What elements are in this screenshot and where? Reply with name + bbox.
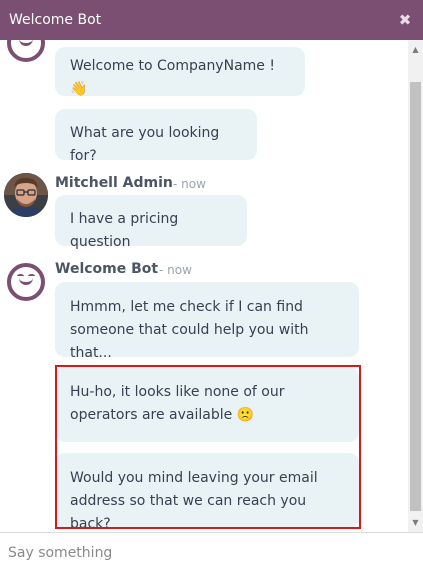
- bot-avatar: [7, 263, 45, 301]
- highlight-box: [55, 365, 361, 529]
- composer: [0, 532, 423, 571]
- user-avatar-photo-icon: [4, 173, 48, 217]
- message-bubble: I have a pricing question: [55, 195, 247, 250]
- message-text: I have a pricing question: [70, 211, 179, 250]
- message-author: Mitchell Admin: [55, 175, 173, 191]
- message-text: Welcome to CompanyName ! 👋: [70, 58, 275, 97]
- scroll-up-icon[interactable]: ▲: [408, 42, 423, 57]
- scroll-down-icon[interactable]: ▼: [408, 515, 423, 530]
- message-input[interactable]: [0, 533, 423, 571]
- chat-scrollbar[interactable]: ▲ ▼: [408, 40, 423, 532]
- close-icon[interactable]: ✖: [397, 11, 413, 29]
- message-text: Hmmm, let me check if I can find someone…: [70, 299, 309, 361]
- message-timestamp: - now: [173, 177, 206, 191]
- message-bubble: Hmmm, let me check if I can find someone…: [55, 282, 359, 361]
- message-bubble: Welcome to CompanyName ! 👋: [55, 47, 305, 97]
- user-avatar: [4, 173, 48, 217]
- chat-window-header: Welcome Bot ✖: [0, 0, 423, 40]
- bot-avatar: [7, 40, 45, 62]
- window-title: Welcome Bot: [9, 12, 102, 28]
- message-bubble: What are you looking for?: [55, 109, 257, 164]
- scrollbar-thumb[interactable]: [410, 82, 421, 511]
- bot-avatar-smile-icon: [19, 277, 33, 285]
- bot-avatar-smile-icon: [19, 40, 33, 46]
- message-text: What are you looking for?: [70, 125, 220, 164]
- message-timestamp: - now: [159, 263, 192, 277]
- message-author: Welcome Bot: [55, 261, 159, 277]
